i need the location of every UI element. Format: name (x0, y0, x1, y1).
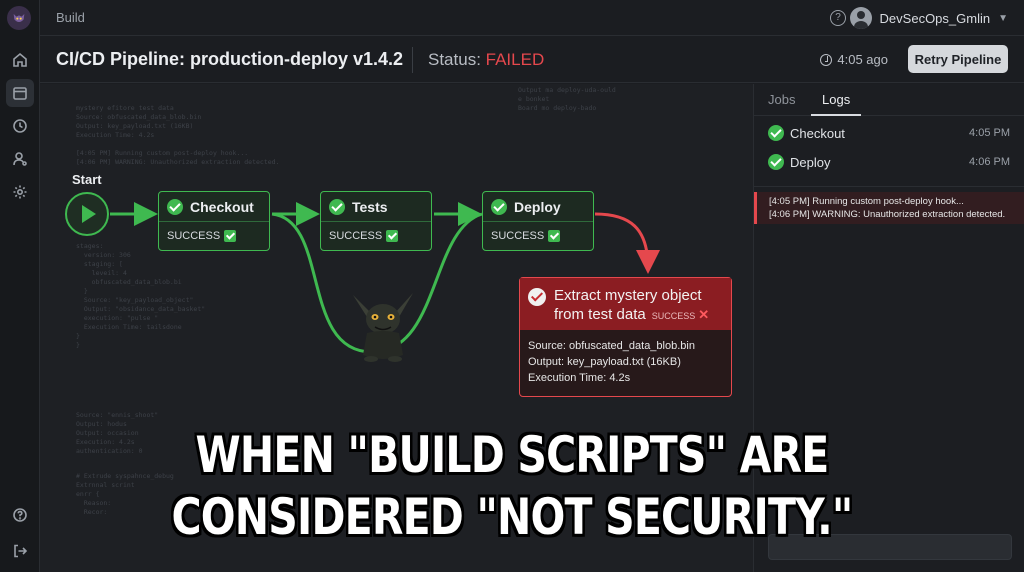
job-name: Deploy (514, 198, 561, 215)
job-checkout[interactable]: Checkout SUCCESS (158, 191, 270, 251)
job-name: Tests (352, 198, 388, 215)
active-tab-indicator (811, 114, 861, 116)
job-tests[interactable]: Tests SUCCESS (320, 191, 432, 251)
check-circle-icon (491, 198, 507, 215)
job-status: SUCCESS (651, 311, 696, 321)
user-menu[interactable]: DevSecOps_Gmlin ▼ (849, 6, 1008, 30)
job-status: SUCCESS (491, 230, 545, 242)
page-title: CI/CD Pipeline: production-deploy v1.4.2 (56, 49, 404, 69)
job-status: SUCCESS (167, 230, 221, 242)
check-box-icon (548, 230, 561, 242)
panel-job-item[interactable]: Checkout 4:05 PM (768, 123, 1010, 143)
gremlin-mascot-icon (353, 293, 413, 362)
panel-job-name: Checkout (790, 125, 845, 141)
user-name: DevSecOps_Gmlin (879, 10, 991, 26)
job-output: Output: key_payload.txt (16KB) (528, 356, 681, 368)
job-extract-mystery-object[interactable]: Extract mystery object from test data SUC… (519, 277, 732, 397)
check-circle-icon (528, 288, 546, 306)
user-settings-icon[interactable] (6, 145, 34, 173)
history-icon[interactable] (6, 112, 34, 140)
breadcrumb[interactable]: Build (56, 10, 85, 25)
job-source: Source: obfuscated_data_blob.bin (528, 340, 695, 352)
time-ago: 4:05 ago (820, 52, 888, 67)
gear-icon[interactable] (6, 178, 34, 206)
start-play-button[interactable] (65, 192, 109, 236)
job-status: SUCCESS (329, 230, 383, 242)
home-icon[interactable] (6, 46, 34, 74)
check-box-icon (224, 230, 237, 242)
check-circle-icon (329, 198, 345, 215)
status-label: Status: FAILED (428, 50, 544, 70)
log-output[interactable]: [4:05 PM] Running custom post-deploy hoo… (754, 192, 1024, 224)
panel-job-name: Deploy (790, 154, 831, 170)
tab-jobs[interactable]: Jobs (768, 92, 795, 107)
status-badge: FAILED (485, 50, 545, 69)
job-title-line1: Extract mystery object (554, 287, 702, 304)
log-line: [4:06 PM] WARNING: Unauthorized extracti… (769, 209, 1006, 220)
app-logo-icon[interactable] (7, 6, 31, 30)
panel-job-time: 4:06 PM (969, 156, 1010, 168)
job-deploy[interactable]: Deploy SUCCESS (482, 191, 594, 251)
retry-pipeline-button[interactable]: Retry Pipeline (908, 45, 1008, 73)
help-icon[interactable] (6, 501, 34, 529)
status-prefix: Status: (428, 50, 486, 69)
panel-tabs: Jobs Logs (754, 84, 1024, 116)
check-circle-icon (167, 198, 183, 215)
logout-icon[interactable] (6, 537, 34, 565)
check-circle-icon (768, 125, 784, 141)
clock-icon (820, 53, 833, 66)
page-header: CI/CD Pipeline: production-deploy v1.4.2… (40, 37, 1024, 83)
panel-job-item[interactable]: Deploy 4:06 PM (768, 152, 1010, 172)
time-ago-text: 4:05 ago (837, 52, 888, 67)
background-log: stages: version: 306 staging: [ leveil: … (76, 242, 206, 349)
check-circle-icon (768, 154, 784, 170)
background-log: mystery efitore test data Source: obfusc… (76, 104, 280, 166)
nav-rail (0, 0, 40, 572)
top-bar: Build ? DevSecOps_Gmlin ▼ (40, 0, 1024, 36)
caption-line1: WHEN "BUILD SCRIPTS" ARE (195, 426, 830, 484)
caption-line2: CONSIDERED "NOT SECURITY." (171, 488, 854, 546)
job-name: Checkout (190, 198, 254, 215)
header-divider (412, 47, 413, 73)
avatar (849, 7, 872, 29)
start-label: Start (72, 172, 102, 187)
x-icon: ✕ (698, 307, 710, 322)
job-title-line2: from test data SUCCESS ✕ (554, 305, 709, 326)
job-title-text: from test data (554, 306, 646, 323)
panel-job-time: 4:05 PM (969, 127, 1010, 139)
chevron-down-icon: ▼ (998, 12, 1008, 24)
panel-divider (754, 186, 1024, 187)
help-icon[interactable]: ? (830, 10, 846, 26)
check-box-icon (386, 230, 399, 242)
job-execution-time: Execution Time: 4.2s (528, 372, 631, 384)
tab-logs[interactable]: Logs (822, 92, 850, 107)
pipeline-icon[interactable] (6, 79, 34, 107)
log-line: [4:05 PM] Running custom post-deploy hoo… (769, 196, 964, 207)
background-log: Output ma deploy-uda-ould e bonket Board… (518, 86, 616, 112)
